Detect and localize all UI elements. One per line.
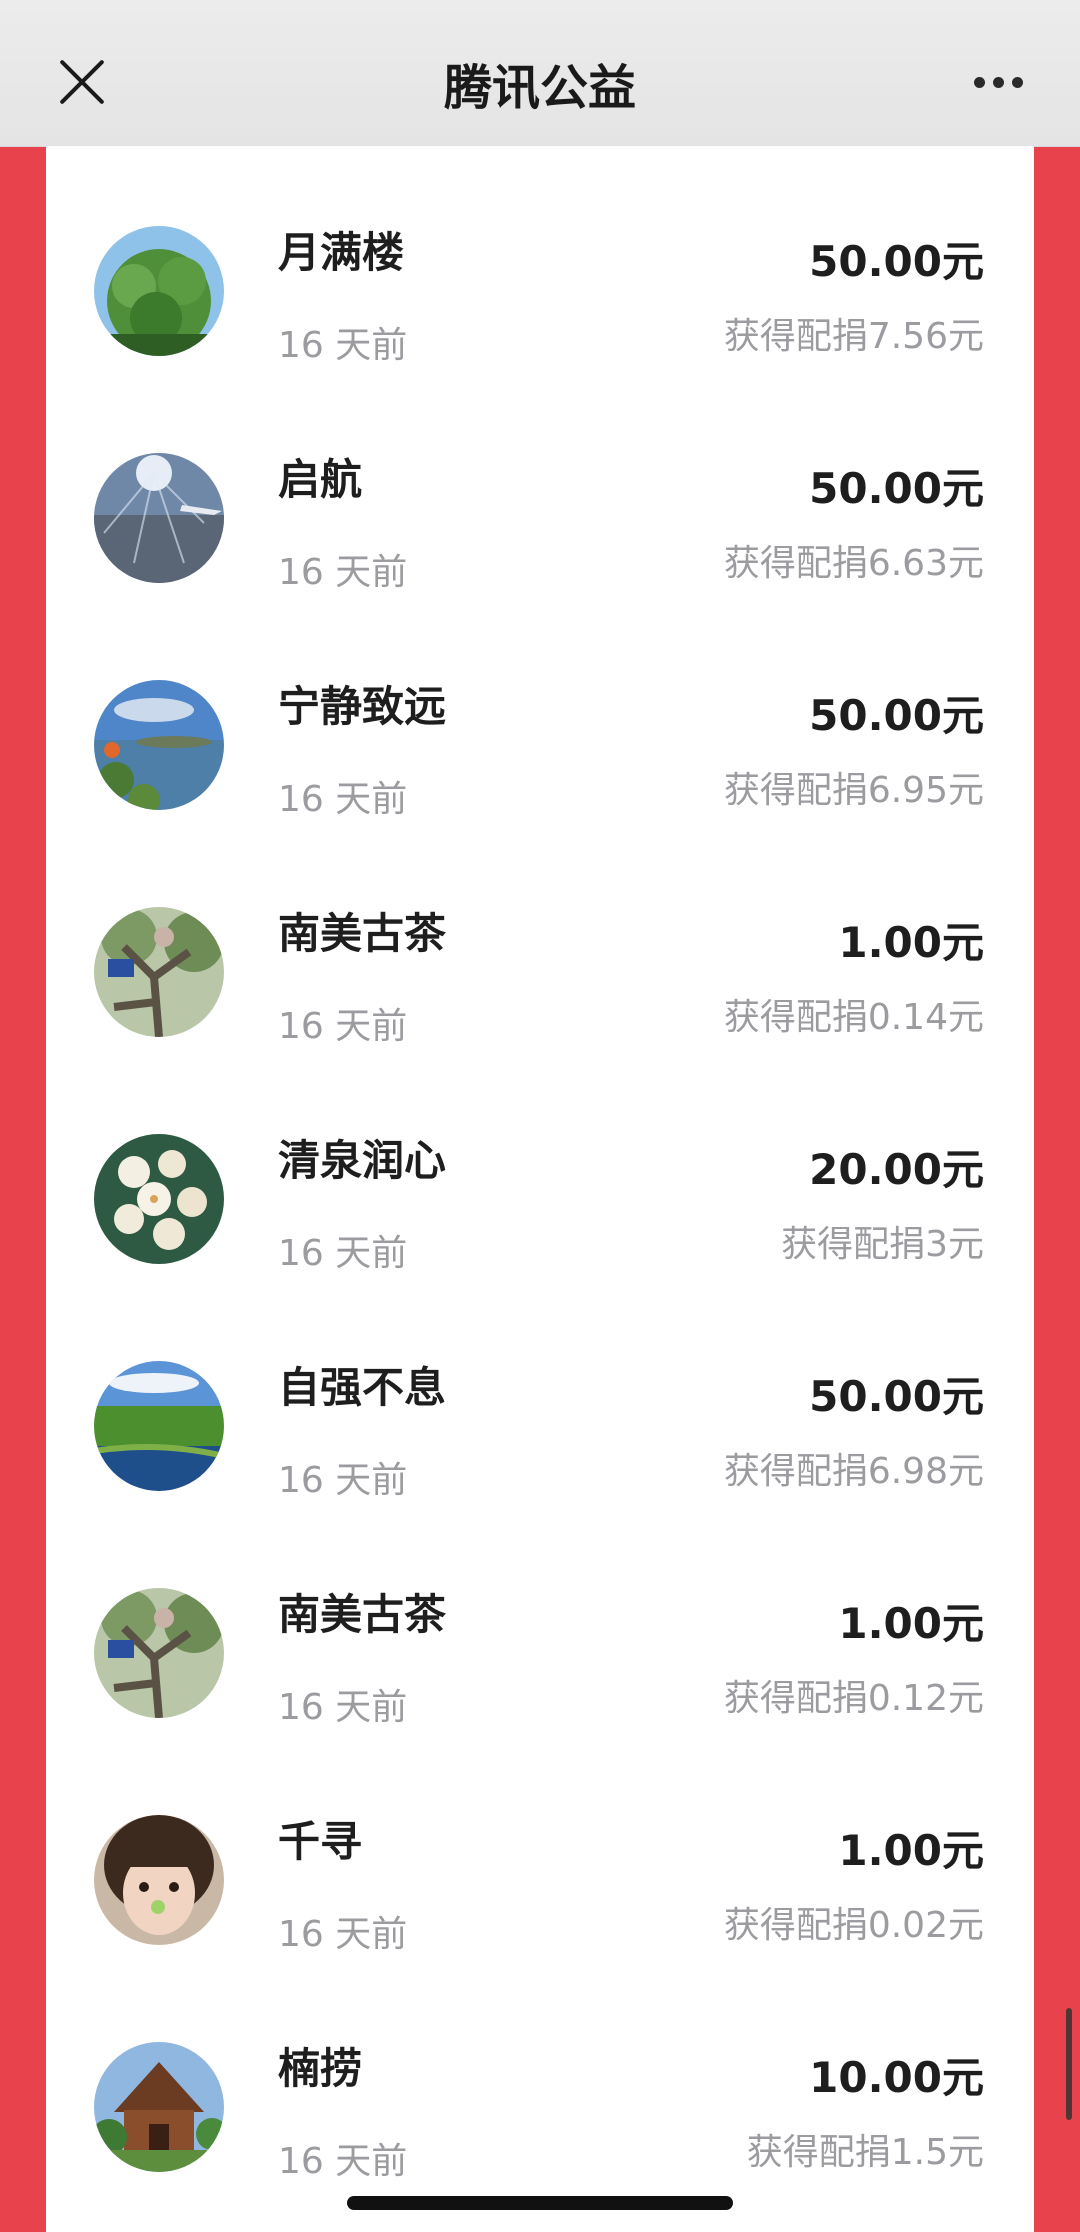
old-tea-tree-photo-icon [94,907,224,1037]
donation-time: 16 天前 [278,1460,408,1501]
donation-time: 16 天前 [278,2141,408,2182]
matched-donation: 获得配捐6.95元 [723,770,984,811]
matched-donation: 获得配捐3元 [781,1224,984,1265]
donor-name: 清泉润心 [278,1136,447,1185]
matched-donation: 获得配捐0.02元 [723,1905,984,1946]
matched-donation: 获得配捐7.56元 [723,316,984,357]
donor-name: 楠捞 [278,2044,363,2093]
grassland-river-photo-icon [94,1361,224,1491]
list-item[interactable]: 南美古茶 16 天前 1.00元 获得配捐0.14元 [46,827,1034,1054]
lake-island-photo-icon [94,680,224,810]
donation-list: 月满楼 16 天前 50.00元 获得配捐7.56元 启航 16 天前 50.0… [46,146,1034,2232]
donor-name: 自强不息 [278,1363,447,1412]
donation-time: 16 天前 [278,1687,408,1728]
donation-amount: 1.00元 [838,918,984,967]
girl-portrait-photo-icon [94,1815,224,1945]
donation-amount: 1.00元 [838,1599,984,1648]
list-item[interactable]: 自强不息 16 天前 50.00元 获得配捐6.98元 [46,1281,1034,1508]
more-options-icon[interactable] [970,70,1030,94]
list-item[interactable]: 南美古茶 16 天前 1.00元 获得配捐0.12元 [46,1508,1034,1735]
donation-amount: 50.00元 [809,1372,984,1421]
donation-time: 16 天前 [278,1233,408,1274]
donation-amount: 50.00元 [809,237,984,286]
matched-donation: 获得配捐6.98元 [723,1451,984,1492]
donor-name: 启航 [278,455,363,504]
list-item[interactable]: 千寻 16 天前 1.00元 获得配捐0.02元 [46,1735,1034,1962]
donor-name: 宁静致远 [278,682,447,731]
donation-amount: 50.00元 [809,464,984,513]
airplane-sky-photo-icon [94,453,224,583]
matched-donation: 获得配捐0.14元 [723,997,984,1038]
tree-photo-icon [94,226,224,356]
donor-name: 南美古茶 [278,1590,447,1639]
donation-amount: 50.00元 [809,691,984,740]
list-item[interactable]: 启航 16 天前 50.00元 获得配捐6.63元 [46,373,1034,600]
list-item[interactable]: 宁静致远 16 天前 50.00元 获得配捐6.95元 [46,600,1034,827]
donor-name: 月满楼 [278,228,405,277]
donation-amount: 20.00元 [809,1145,984,1194]
donor-name: 南美古茶 [278,909,447,958]
scrollbar[interactable] [1066,2008,1072,2120]
donation-amount: 10.00元 [809,2053,984,2102]
matched-donation: 获得配捐6.63元 [723,543,984,584]
white-flowers-photo-icon [94,1134,224,1264]
temple-building-photo-icon [94,2042,224,2172]
home-indicator[interactable] [347,2196,733,2210]
list-item[interactable]: 清泉润心 16 天前 20.00元 获得配捐3元 [46,1054,1034,1281]
donation-time: 16 天前 [278,1006,408,1047]
matched-donation: 获得配捐0.12元 [723,1678,984,1719]
list-item[interactable]: 月满楼 16 天前 50.00元 获得配捐7.56元 [46,146,1034,373]
donation-time: 16 天前 [278,779,408,820]
donation-time: 16 天前 [278,325,408,366]
donation-time: 16 天前 [278,552,408,593]
matched-donation: 获得配捐1.5元 [746,2132,984,2173]
donation-time: 16 天前 [278,1914,408,1955]
old-tea-tree-photo-icon [94,1588,224,1718]
list-item[interactable]: 楠捞 16 天前 10.00元 获得配捐1.5元 [46,1962,1034,2189]
page-title: 腾讯公益 [443,60,636,116]
donor-name: 千寻 [278,1817,363,1866]
donation-amount: 1.00元 [838,1826,984,1875]
navigation-bar: 腾讯公益 [0,0,1080,147]
